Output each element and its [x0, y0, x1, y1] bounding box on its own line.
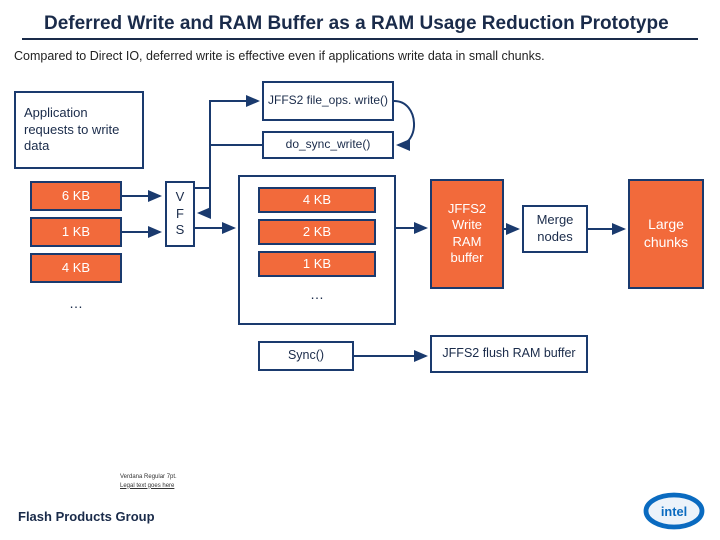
box-sync: Sync() — [258, 341, 354, 371]
box-jffs2-flush-ram-buffer: JFFS2 flush RAM buffer — [430, 335, 588, 373]
slide-title: Deferred Write and RAM Buffer as a RAM U… — [22, 0, 698, 40]
box-size-0: 6 KB — [30, 181, 122, 211]
box-application-requests: Application requests to write data — [14, 91, 144, 169]
box-merge-nodes: Merge nodes — [522, 205, 588, 253]
box-size-3: … — [30, 289, 122, 319]
diagram-area: Application requests to write data 6 KB … — [0, 73, 720, 433]
box-buffer-3: … — [258, 283, 376, 307]
box-size-1: 1 KB — [30, 217, 122, 247]
box-buffer-2: 1 KB — [258, 251, 376, 277]
footer-legal: Verdana Regular 7pt. Legal text goes her… — [120, 473, 177, 490]
box-vfs: V F S — [165, 181, 195, 247]
box-buffer-1: 2 KB — [258, 219, 376, 245]
svg-text:intel: intel — [661, 504, 687, 519]
footer-legal-line-2: Legal text goes here — [120, 482, 177, 490]
slide-subtitle: Compared to Direct IO, deferred write is… — [0, 48, 720, 73]
box-jffs2-write-ram-buffer: JFFS2 Write RAM buffer — [430, 179, 504, 289]
footer-legal-line-1: Verdana Regular 7pt. — [120, 473, 177, 481]
footer-group-name: Flash Products Group — [18, 509, 155, 524]
box-do-sync-write: do_sync_write() — [262, 131, 394, 159]
box-large-chunks: Large chunks — [628, 179, 704, 289]
box-jffs2-fileops-write: JFFS2 file_ops. write() — [262, 81, 394, 121]
intel-logo: intel — [642, 490, 706, 532]
box-buffer-0: 4 KB — [258, 187, 376, 213]
box-size-2: 4 KB — [30, 253, 122, 283]
